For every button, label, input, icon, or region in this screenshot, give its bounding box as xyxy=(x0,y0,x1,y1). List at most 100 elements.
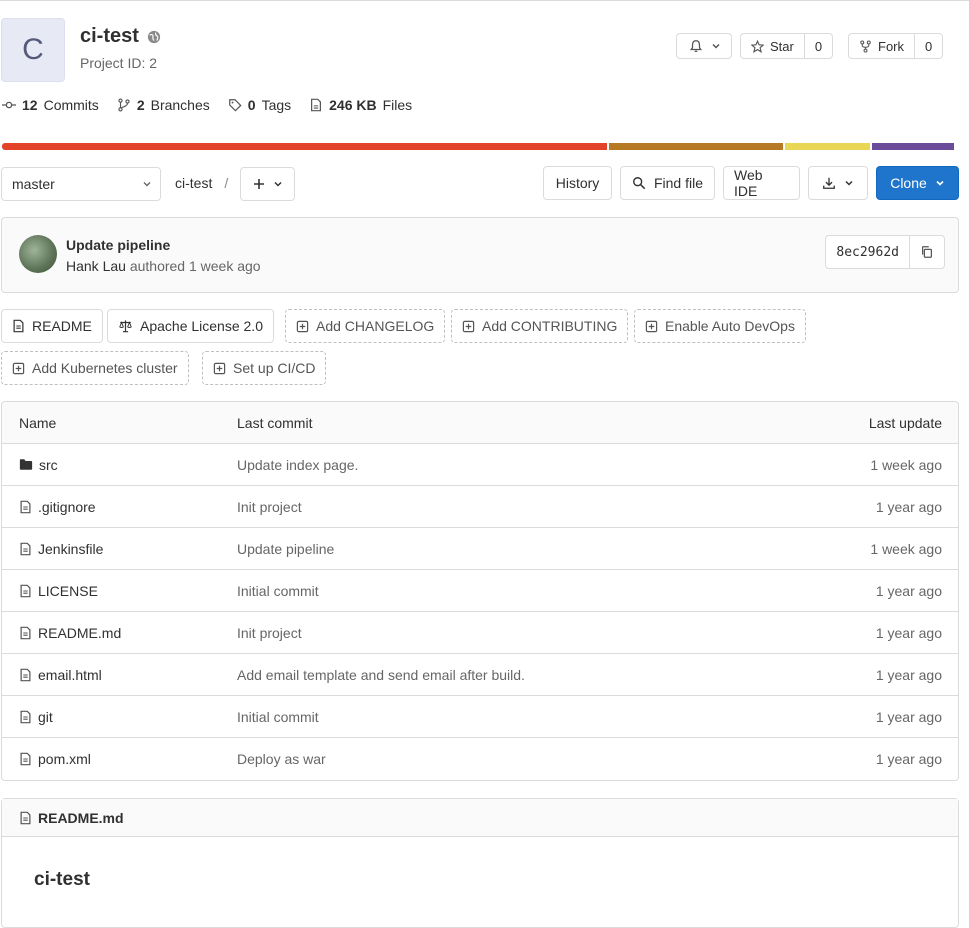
commit-sha[interactable]: 8ec2962d xyxy=(826,236,910,268)
plus-square-icon xyxy=(296,320,309,333)
search-icon xyxy=(632,176,646,190)
file-last-update: 1 year ago xyxy=(875,708,942,725)
commit-title[interactable]: Update pipeline xyxy=(66,237,170,253)
plus-square-icon xyxy=(645,320,658,333)
file-name-cell[interactable]: email.html xyxy=(19,667,102,683)
table-row[interactable]: email.html Add email template and send em… xyxy=(2,654,958,696)
clone-dropdown[interactable]: Clone xyxy=(876,166,959,200)
file-name[interactable]: Jenkinsfile xyxy=(38,541,103,557)
project-name[interactable]: ci-test xyxy=(80,25,139,48)
file-name-cell[interactable]: LICENSE xyxy=(19,583,98,599)
repository-languages-bar[interactable] xyxy=(2,143,959,150)
branches-label: Branches xyxy=(150,97,210,113)
file-name[interactable]: git xyxy=(38,709,53,725)
tags-stat[interactable]: 0 Tags xyxy=(228,97,291,113)
file-name-cell[interactable]: src xyxy=(19,457,58,473)
file-icon xyxy=(19,500,32,514)
project-avatar-letter: C xyxy=(22,33,44,66)
find-file-button[interactable]: Find file xyxy=(620,166,715,200)
plus-square-icon xyxy=(12,362,25,375)
file-icon xyxy=(19,752,32,766)
file-last-commit[interactable]: Update pipeline xyxy=(237,541,334,557)
table-row[interactable]: LICENSE Initial commit 1 year ago xyxy=(2,570,958,612)
commit-meta: Hank Lau authored 1 week ago xyxy=(66,258,261,274)
table-row[interactable]: Jenkinsfile Update pipeline 1 week ago xyxy=(2,528,958,570)
file-name-cell[interactable]: .gitignore xyxy=(19,499,96,515)
file-name-cell[interactable]: README.md xyxy=(19,625,121,641)
download-dropdown[interactable] xyxy=(808,166,868,200)
scale-icon xyxy=(118,319,133,333)
chevron-down-icon xyxy=(273,179,283,189)
enable-auto-devops-button[interactable]: Enable Auto DevOps xyxy=(634,309,806,343)
fork-button[interactable]: Fork 0 xyxy=(848,33,944,59)
language-segment[interactable] xyxy=(871,143,955,150)
commits-count: 12 xyxy=(22,97,38,113)
file-icon xyxy=(19,542,32,556)
table-row[interactable]: README.md Init project 1 year ago xyxy=(2,612,958,654)
fork-count[interactable]: 0 xyxy=(914,34,942,58)
branches-stat[interactable]: 2 Branches xyxy=(117,97,210,113)
files-stat[interactable]: 246 KB Files xyxy=(309,97,412,113)
file-name-cell[interactable]: git xyxy=(19,709,53,725)
table-row[interactable]: .gitignore Init project 1 year ago xyxy=(2,486,958,528)
readme-filename[interactable]: README.md xyxy=(38,810,124,826)
plus-square-icon xyxy=(462,320,475,333)
file-name[interactable]: LICENSE xyxy=(38,583,98,599)
branch-select[interactable]: master xyxy=(1,167,161,201)
readme-panel: README.md ci-test xyxy=(1,798,959,928)
file-name-cell[interactable]: Jenkinsfile xyxy=(19,541,103,557)
add-to-tree-dropdown[interactable] xyxy=(240,167,295,201)
file-last-commit[interactable]: Init project xyxy=(237,499,302,515)
table-row[interactable]: src Update index page. 1 week ago xyxy=(2,444,958,486)
table-row[interactable]: git Initial commit 1 year ago xyxy=(2,696,958,738)
file-name-cell[interactable]: pom.xml xyxy=(19,751,91,767)
breadcrumb-project[interactable]: ci-test xyxy=(175,175,212,191)
file-last-commit[interactable]: Add email template and send email after … xyxy=(237,667,525,683)
file-name[interactable]: src xyxy=(39,457,58,473)
language-segment[interactable] xyxy=(2,143,607,150)
star-count[interactable]: 0 xyxy=(803,34,832,58)
file-last-commit[interactable]: Update index page. xyxy=(237,457,358,473)
file-name[interactable]: pom.xml xyxy=(38,751,91,767)
bell-icon xyxy=(689,39,703,53)
add-changelog-label: Add CHANGELOG xyxy=(316,318,435,334)
file-icon xyxy=(19,626,32,640)
tags-label: Tags xyxy=(261,97,292,113)
file-size-icon xyxy=(309,98,323,112)
fork-label: Fork xyxy=(878,38,904,54)
language-segment[interactable] xyxy=(784,143,870,150)
readme-button-label: README xyxy=(32,318,92,334)
readme-button[interactable]: README xyxy=(1,309,103,343)
breadcrumb: ci-test / xyxy=(175,175,228,191)
star-button[interactable]: Star 0 xyxy=(740,33,834,59)
history-button[interactable]: History xyxy=(543,166,612,200)
license-button[interactable]: Apache License 2.0 xyxy=(107,309,274,343)
file-name[interactable]: .gitignore xyxy=(38,499,96,515)
add-kubernetes-cluster-button[interactable]: Add Kubernetes cluster xyxy=(1,351,189,385)
project-title-row: ci-test xyxy=(80,25,161,48)
file-last-commit[interactable]: Init project xyxy=(237,625,302,641)
file-name[interactable]: README.md xyxy=(38,625,121,641)
file-last-commit[interactable]: Deploy as war xyxy=(237,751,326,767)
table-row[interactable]: pom.xml Deploy as war 1 year ago xyxy=(2,738,958,780)
notification-dropdown[interactable] xyxy=(676,33,732,59)
web-ide-button[interactable]: Web IDE xyxy=(723,166,800,200)
file-name[interactable]: email.html xyxy=(38,667,102,683)
commits-stat[interactable]: 12 Commits xyxy=(2,97,99,113)
file-last-commit[interactable]: Initial commit xyxy=(237,583,319,599)
find-file-label: Find file xyxy=(653,175,704,191)
file-last-commit[interactable]: Initial commit xyxy=(237,709,319,725)
setup-cicd-button[interactable]: Set up CI/CD xyxy=(202,351,327,385)
enable-auto-devops-label: Enable Auto DevOps xyxy=(665,318,795,334)
file-last-update: 1 week ago xyxy=(870,540,942,557)
author-avatar[interactable] xyxy=(19,235,57,273)
file-last-update: 1 week ago xyxy=(870,456,942,473)
license-button-label: Apache License 2.0 xyxy=(140,318,263,334)
branches-count: 2 xyxy=(136,97,145,113)
language-segment[interactable] xyxy=(608,143,783,150)
copy-sha-button[interactable] xyxy=(910,236,944,268)
add-contributing-button[interactable]: Add CONTRIBUTING xyxy=(451,309,629,343)
add-changelog-button[interactable]: Add CHANGELOG xyxy=(285,309,446,343)
commit-author[interactable]: Hank Lau xyxy=(66,258,126,274)
project-stats: 12 Commits 2 Branches 0 Tags 246 KB File… xyxy=(2,97,412,113)
